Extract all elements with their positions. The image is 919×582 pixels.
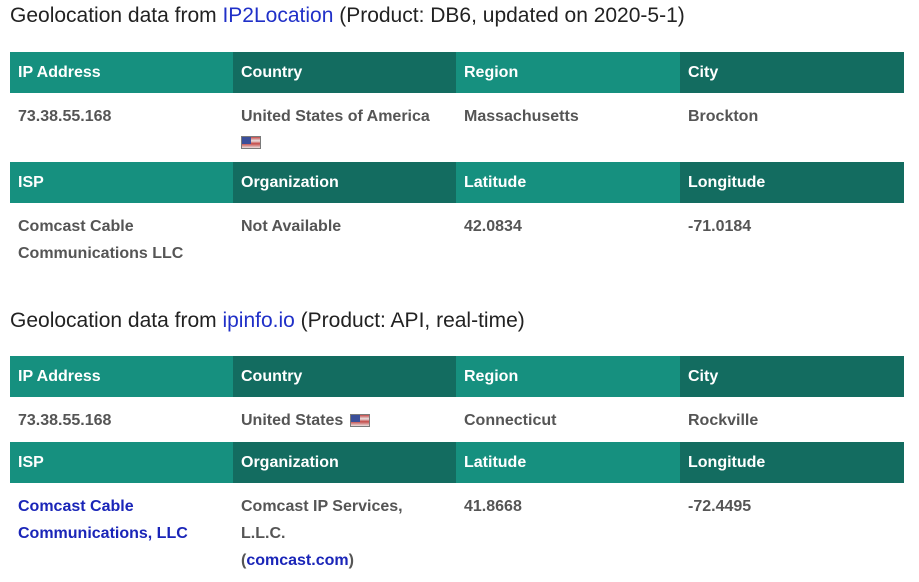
header-row: IP Address Country Region City xyxy=(10,52,904,93)
header-row: IP Address Country Region City xyxy=(10,356,904,397)
longitude-value: -72.4495 xyxy=(688,498,752,515)
header-longitude: Longitude xyxy=(680,162,904,203)
country-value: United States xyxy=(241,412,344,429)
ip-address-value: 73.38.55.168 xyxy=(18,412,112,429)
isp-cell: Comcast Cable Communications, LLC xyxy=(10,483,233,582)
country-cell: United States of America xyxy=(233,93,456,162)
organization-value: Not Available xyxy=(241,218,342,235)
ip2location-table: IP Address Country Region City 73.38.55.… xyxy=(10,52,904,275)
country-value: United States of America xyxy=(241,108,430,125)
region-value: Connecticut xyxy=(464,412,557,429)
ipinfo-table: IP Address Country Region City 73.38.55.… xyxy=(10,356,904,582)
header-region: Region xyxy=(456,356,680,397)
isp-value: Comcast Cable Communications LLC xyxy=(18,218,184,262)
header-region: Region xyxy=(456,52,680,93)
organization-domain-link[interactable]: comcast.com xyxy=(246,552,348,569)
latitude-value: 41.8668 xyxy=(464,498,522,515)
organization-value: Comcast IP Services, L.L.C. xyxy=(241,498,403,542)
header-row: ISP Organization Latitude Longitude xyxy=(10,162,904,203)
city-value: Brockton xyxy=(688,108,759,125)
header-isp: ISP xyxy=(10,442,233,483)
header-city: City xyxy=(680,52,904,93)
ip2location-link[interactable]: IP2Location xyxy=(222,4,333,27)
table-row: 73.38.55.168 United States Connecticut R… xyxy=(10,397,904,442)
longitude-value: -71.0184 xyxy=(688,218,752,235)
organization-cell: Comcast IP Services, L.L.C. (comcast.com) xyxy=(241,498,403,569)
table-row: Comcast Cable Communications, LLC Comcas… xyxy=(10,483,904,582)
table-row: Comcast Cable Communications LLC Not Ava… xyxy=(10,203,904,275)
country-cell: United States xyxy=(233,397,456,442)
city-value: Rockville xyxy=(688,412,759,429)
header-ip-address: IP Address xyxy=(10,52,233,93)
isp-link[interactable]: Comcast Cable Communications, LLC xyxy=(18,498,188,542)
table-row: 73.38.55.168 United States of America Ma… xyxy=(10,93,904,162)
header-isp: ISP xyxy=(10,162,233,203)
section-title-ip2location: Geolocation data from IP2Location (Produ… xyxy=(10,4,685,27)
header-city: City xyxy=(680,356,904,397)
header-latitude: Latitude xyxy=(456,162,680,203)
section-title-ipinfo: Geolocation data from ipinfo.io (Product… xyxy=(10,309,525,332)
header-organization: Organization xyxy=(233,162,456,203)
us-flag-icon xyxy=(241,136,261,149)
ipinfo-link[interactable]: ipinfo.io xyxy=(222,309,294,332)
header-latitude: Latitude xyxy=(456,442,680,483)
header-longitude: Longitude xyxy=(680,442,904,483)
header-ip-address: IP Address xyxy=(10,356,233,397)
header-row: ISP Organization Latitude Longitude xyxy=(10,442,904,483)
region-value: Massachusetts xyxy=(464,108,579,125)
header-organization: Organization xyxy=(233,442,456,483)
header-country: Country xyxy=(233,356,456,397)
latitude-value: 42.0834 xyxy=(464,218,522,235)
header-country: Country xyxy=(233,52,456,93)
ip-address-value: 73.38.55.168 xyxy=(18,108,112,125)
us-flag-icon xyxy=(349,414,370,428)
